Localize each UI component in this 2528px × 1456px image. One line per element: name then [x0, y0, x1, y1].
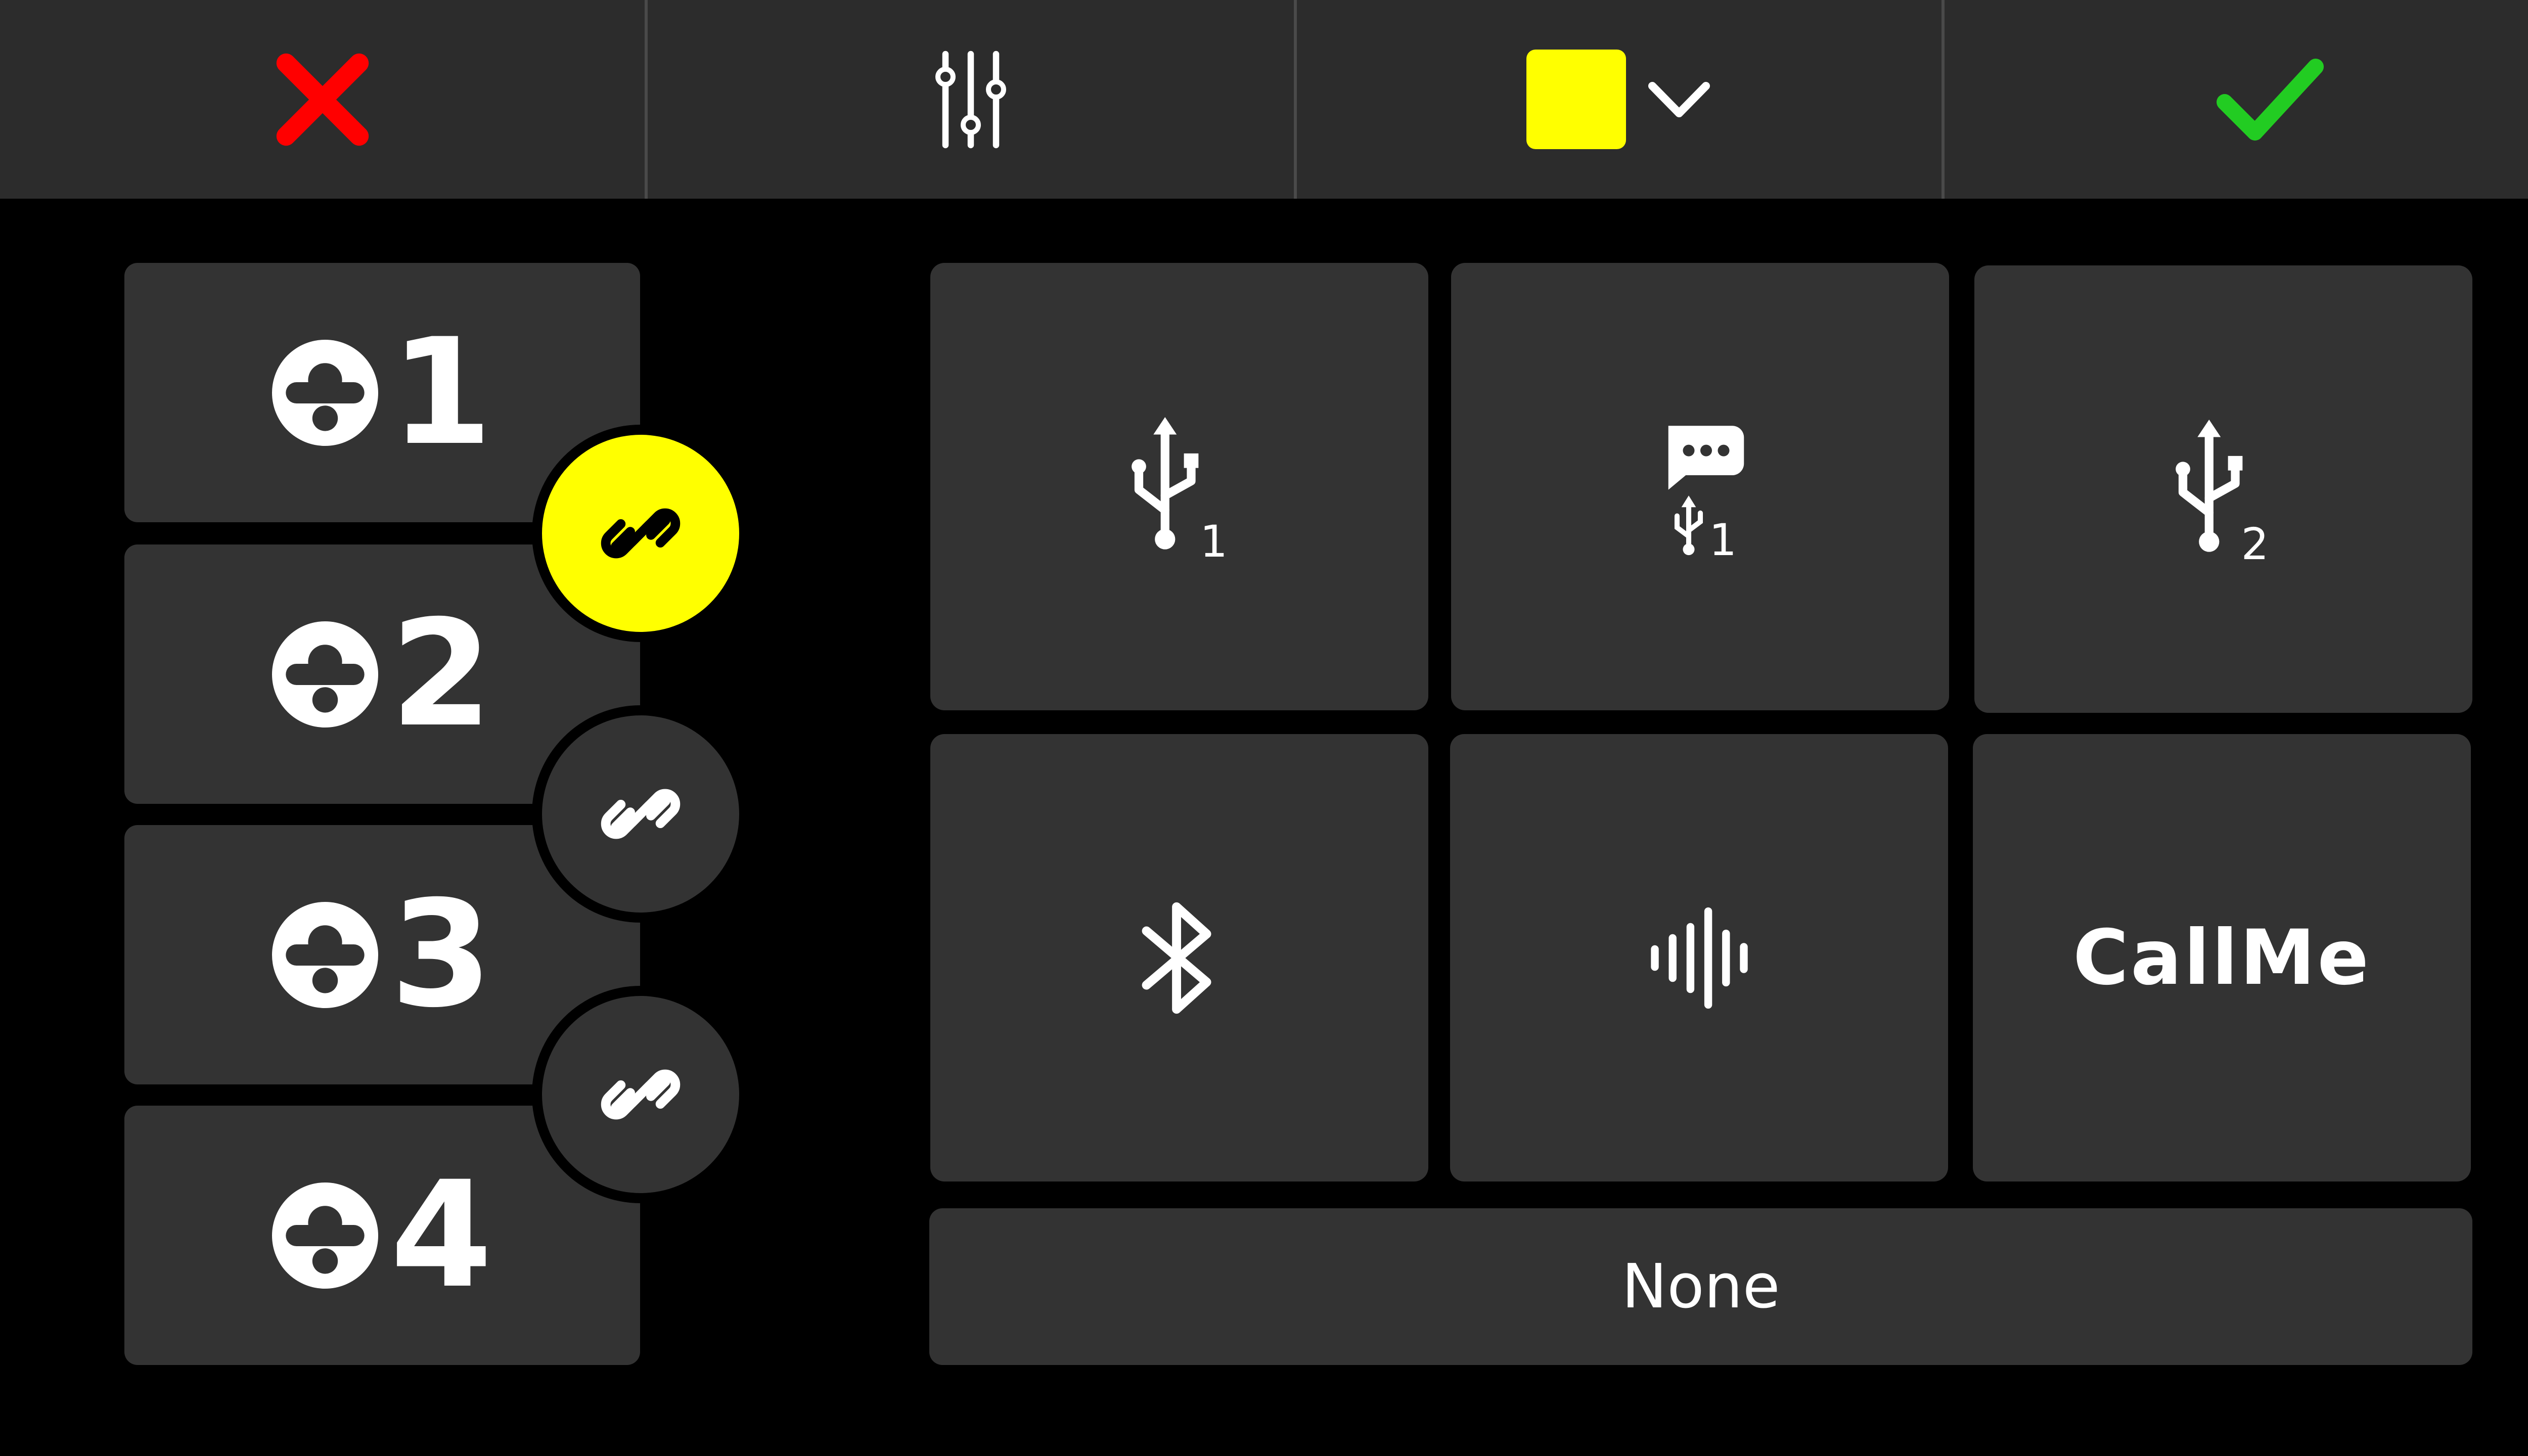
link-toggle-active-fill: [542, 435, 739, 632]
none-label: None: [1621, 1251, 1780, 1322]
source-usb-1-button[interactable]: 1: [930, 263, 1428, 710]
callme-icon: CallMe: [2073, 914, 2371, 1002]
color-select-button[interactable]: [1297, 0, 1942, 199]
chain-link-icon: [601, 508, 681, 559]
chain-link-icon: [601, 1069, 681, 1120]
bluetooth-icon: [1142, 902, 1211, 1014]
color-swatch: [1526, 50, 1626, 149]
audio-waveform-icon: [1650, 907, 1748, 1009]
source-callme-button[interactable]: CallMe: [1973, 734, 2471, 1181]
input-number: 3: [390, 869, 492, 1040]
input-number: 1: [390, 307, 492, 478]
chevron-down-icon: [1648, 81, 1710, 117]
usb-port-number: 1: [1709, 515, 1737, 560]
input-number: 4: [390, 1150, 492, 1321]
link-toggle-3-4[interactable]: [532, 986, 749, 1203]
sliders-icon: [935, 51, 1006, 148]
link-toggle-inactive-fill: [542, 715, 739, 913]
source-chat-usb-1-button[interactable]: 1: [1451, 263, 1949, 710]
cancel-button[interactable]: [0, 0, 645, 199]
microphone-input-icon: [272, 901, 379, 1008]
source-audio-button[interactable]: [1450, 734, 1948, 1181]
chain-link-icon: [601, 789, 681, 839]
usb-icon: 2: [2175, 419, 2269, 563]
source-bluetooth-button[interactable]: [930, 734, 1428, 1181]
callme-label: CallMe: [2072, 914, 2371, 1002]
checkmark-icon: [2216, 58, 2324, 141]
top-toolbar: [0, 0, 2528, 199]
source-usb-2-button[interactable]: 2: [1974, 265, 2472, 713]
microphone-input-icon: [272, 621, 379, 727]
microphone-input-icon: [272, 339, 379, 446]
mixer-settings-button[interactable]: [648, 0, 1294, 199]
none-button[interactable]: None: [929, 1208, 2472, 1365]
link-toggle-inactive-fill: [542, 996, 739, 1193]
microphone-input-icon: [272, 1182, 379, 1289]
close-x-icon: [276, 53, 369, 146]
chat-usb-icon: 1: [1668, 425, 1744, 560]
input-number: 2: [390, 588, 492, 759]
usb-port-number: 2: [2241, 519, 2269, 563]
link-toggle-2-3[interactable]: [532, 705, 749, 923]
usb-icon: 1: [1131, 417, 1228, 560]
link-toggle-1-2[interactable]: [532, 425, 749, 642]
confirm-button[interactable]: [1945, 0, 2528, 199]
usb-port-number: 1: [1200, 517, 1228, 560]
